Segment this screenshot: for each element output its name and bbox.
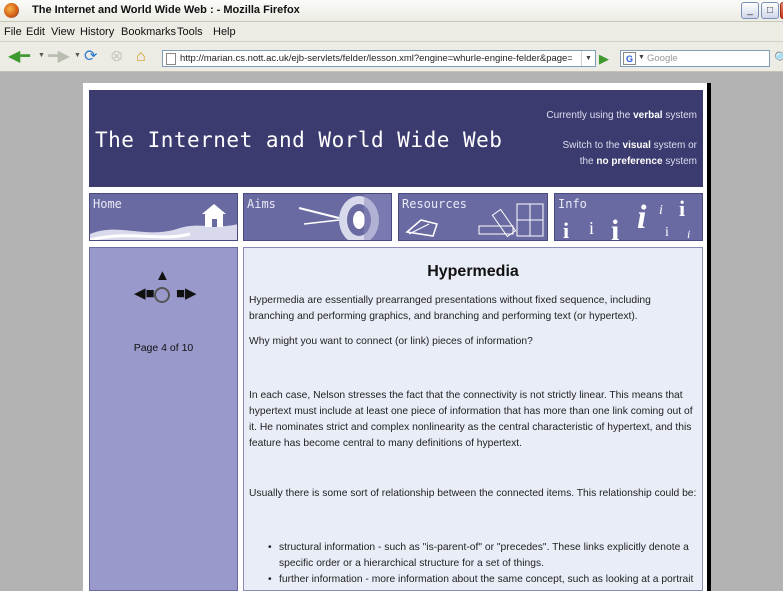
list-item: further information - more information a…	[268, 572, 696, 590]
switch-system-line1: Switch to the visual system or	[562, 140, 697, 151]
site-header: The Internet and World Wide Web Currentl…	[89, 90, 703, 187]
nav-tile-aims[interactable]: Aims	[243, 193, 392, 241]
home-icon[interactable]: ⌂	[136, 48, 146, 66]
svg-text:i: i	[679, 196, 685, 221]
page-icon	[166, 53, 176, 65]
svg-text:i: i	[659, 203, 663, 218]
current-page-circle-icon[interactable]	[154, 287, 170, 303]
nav-tile-resources[interactable]: Resources	[398, 193, 548, 241]
relationship-list: structural information - such as "is-par…	[268, 540, 696, 590]
switch-system-line2: the no preference system	[579, 156, 697, 167]
svg-text:i: i	[665, 225, 669, 240]
switch-no-preference-link[interactable]: no preference	[596, 156, 662, 167]
window-titlebar: The Internet and World Wide Web : - Mozi…	[0, 0, 783, 22]
svg-text:i: i	[563, 218, 569, 241]
lesson-content-panel: Hypermedia Hypermedia are essentially pr…	[243, 247, 703, 591]
info-icon: i i i i i i i i	[563, 196, 690, 241]
up-arrow-icon[interactable]: ▲	[155, 268, 170, 283]
paragraph-2: Why might you want to connect (or link) …	[249, 336, 533, 347]
search-engine-icon[interactable]: G	[623, 52, 636, 65]
menu-edit[interactable]: Edit	[26, 26, 45, 38]
menu-help[interactable]: Help	[213, 26, 236, 38]
menu-tools[interactable]: Tools	[177, 26, 203, 38]
menu-view[interactable]: View	[51, 26, 75, 38]
back-icon[interactable]: ◀━	[8, 48, 30, 66]
nav-tile-home[interactable]: Home	[89, 193, 238, 241]
target-icon	[298, 194, 391, 240]
window-title: The Internet and World Wide Web : - Mozi…	[32, 4, 300, 16]
menu-bar: File Edit View History Bookmarks Tools H…	[0, 22, 783, 42]
house-icon	[202, 204, 226, 227]
forward-icon[interactable]: ━▶	[48, 48, 70, 66]
lesson-navigation-panel: ▲ ◀■ ■▶ Page 4 of 10	[89, 247, 238, 591]
menu-bookmarks[interactable]: Bookmarks	[121, 26, 176, 38]
menu-history[interactable]: History	[80, 26, 114, 38]
go-button[interactable]: ▶	[599, 51, 609, 67]
paragraph-4: Usually there is some sort of relationsh…	[249, 488, 697, 499]
next-page-icon[interactable]: ■▶	[176, 286, 197, 301]
firefox-icon	[4, 3, 19, 18]
url-dropdown-icon[interactable]: ▼	[581, 51, 595, 66]
site-title: The Internet and World Wide Web	[95, 128, 503, 152]
url-bar[interactable]: http://marian.cs.nott.ac.uk/ejb-servlets…	[162, 50, 596, 67]
paragraph-1: Hypermedia are essentially prearranged p…	[249, 295, 651, 322]
current-system-text: Currently using the verbal system	[546, 110, 697, 121]
svg-text:i: i	[637, 199, 647, 236]
forward-dropdown-icon[interactable]: ▼	[74, 52, 81, 59]
search-placeholder[interactable]: Google	[647, 53, 678, 64]
previous-page-icon[interactable]: ◀■	[134, 286, 155, 301]
list-item: structural information - such as "is-par…	[268, 540, 696, 572]
maximize-button[interactable]: □	[761, 2, 779, 19]
page-navigation-arrows: ▲ ◀■ ■▶	[133, 268, 197, 314]
svg-text:i: i	[687, 227, 690, 241]
current-system: verbal	[633, 110, 663, 121]
search-go-icon[interactable]: 🔍	[774, 51, 783, 65]
svg-text:i: i	[611, 214, 619, 241]
stop-icon[interactable]: ⊗	[110, 48, 123, 66]
paragraph-3: In each case, Nelson stresses the fact t…	[249, 390, 693, 449]
search-engine-dropdown-icon[interactable]: ▼	[638, 54, 645, 61]
url-text[interactable]: http://marian.cs.nott.ac.uk/ejb-servlets…	[180, 53, 572, 64]
reload-icon[interactable]: ⟳	[84, 48, 97, 66]
lesson-heading: Hypermedia	[427, 263, 519, 280]
page-counter: Page 4 of 10	[133, 342, 194, 354]
menu-file[interactable]: File	[4, 26, 22, 38]
books-icon	[405, 203, 544, 238]
nav-tile-info[interactable]: Info i i i i i i i i	[554, 193, 703, 241]
minimize-button[interactable]: _	[741, 2, 759, 19]
switch-visual-link[interactable]: visual	[623, 140, 651, 151]
svg-text:i: i	[589, 218, 594, 238]
back-dropdown-icon[interactable]: ▼	[38, 52, 45, 59]
home-tile-graphic	[90, 204, 237, 240]
search-box[interactable]: G ▼ Google	[620, 50, 770, 67]
